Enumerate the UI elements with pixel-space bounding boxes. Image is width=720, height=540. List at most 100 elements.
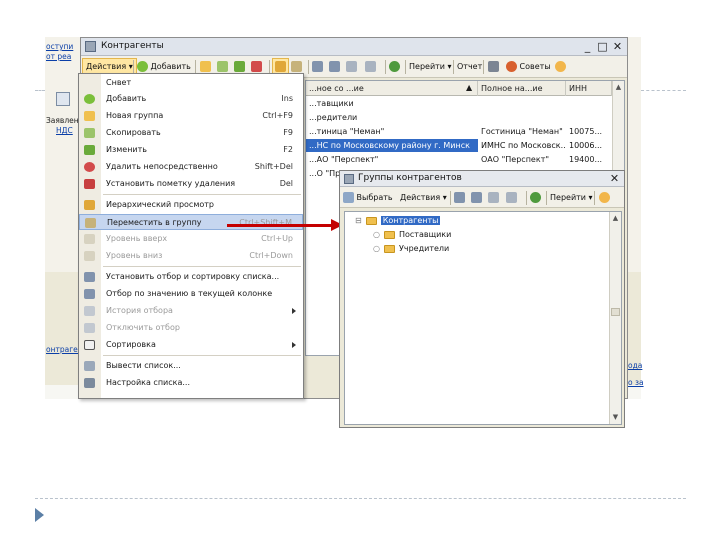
add-icon: [137, 61, 148, 72]
scroll-thumb[interactable]: [611, 308, 620, 316]
toolbar-separator: [405, 60, 406, 74]
copy-icon: [217, 61, 228, 72]
menu-item-level-up[interactable]: Уровень вверх Ctrl+Up: [79, 231, 303, 247]
toolbar-separator: [453, 60, 454, 74]
background-link[interactable]: оступи: [46, 42, 73, 51]
goto-button[interactable]: Перейти ▾: [409, 59, 452, 75]
column-header-name[interactable]: ...ное со ...ие: [306, 81, 478, 96]
close-button[interactable]: ✕: [611, 40, 624, 53]
actions-menu: Cнвет Добавить Ins Новая группа Ctrl+F9 …: [78, 73, 304, 399]
cell-name: ...тавщики: [309, 99, 354, 108]
actions-menu-button[interactable]: Действия ▾: [82, 58, 137, 74]
menu-item-edit[interactable]: Изменить F2: [79, 142, 303, 158]
menu-item-label: Добавить: [106, 94, 147, 103]
help-button[interactable]: [555, 59, 566, 75]
menu-item-copy[interactable]: Скопировать F9: [79, 125, 303, 141]
scroll-up-icon[interactable]: ▲: [611, 214, 620, 223]
menu-item-print-list[interactable]: Вывести список...: [79, 358, 303, 374]
dialog-title: Группы контрагентов: [358, 173, 462, 183]
menu-item-mark-deletion[interactable]: Установить пометку удаления Del: [79, 176, 303, 192]
menu-item-label: Скопировать: [106, 128, 161, 137]
hierarchy-icon: [275, 61, 286, 72]
dialog-titlebar[interactable]: Группы контрагентов ✕: [340, 171, 624, 187]
refresh-tool-button[interactable]: [389, 59, 400, 75]
report-button[interactable]: Отчет: [457, 59, 482, 75]
menu-item-list-settings[interactable]: Настройка списка...: [79, 375, 303, 391]
cell-inn: [566, 97, 612, 110]
background-link[interactable]: ода: [628, 361, 642, 370]
menu-item-add[interactable]: Добавить Ins: [79, 91, 303, 107]
menu-item-shortcut: Ctrl+Up: [261, 234, 293, 243]
table-row[interactable]: ...редители: [306, 111, 624, 124]
help-icon: [555, 61, 566, 72]
menu-item-delete-directly[interactable]: Удалить непосредственно Shift+Del: [79, 159, 303, 175]
menu-item-sort[interactable]: Сортировка: [79, 337, 303, 353]
window-titlebar[interactable]: Контрагенты _ □ ✕: [81, 38, 627, 56]
delete-icon: [251, 61, 262, 72]
move-to-group-icon: [291, 61, 302, 72]
dialog-filter-value-button[interactable]: [471, 190, 482, 206]
filter-off-icon: [84, 323, 95, 333]
filter-value-tool-button[interactable]: [329, 59, 340, 75]
tree-node-child[interactable]: ○ Учредители: [373, 243, 449, 255]
tips-button[interactable]: Советы: [506, 59, 551, 75]
table-row-selected[interactable]: ...НС по Московскому району г. Минск ИМН…: [306, 139, 624, 152]
dialog-help-button[interactable]: [599, 190, 610, 206]
dialog-actions-button[interactable]: Действия ▾: [400, 190, 447, 206]
background-link[interactable]: о за: [628, 378, 644, 387]
toolbar-separator: [450, 191, 451, 205]
collapse-icon[interactable]: ⊟: [355, 216, 362, 225]
menu-item-filter-history[interactable]: История отбора: [79, 303, 303, 319]
table-row[interactable]: ...тиница "Неман" Гостиница "Неман" 1007…: [306, 125, 624, 138]
menu-item-filter-off[interactable]: Отключить отбор: [79, 320, 303, 336]
table-row[interactable]: ...АО "Перспект" ОАО "Перспект" 19400...: [306, 153, 624, 166]
toolbar-separator: [385, 60, 386, 74]
cell-full-name: [478, 97, 566, 110]
minimize-button[interactable]: _: [581, 40, 594, 53]
dialog-filter-off-button[interactable]: [506, 190, 517, 206]
menu-item-label: Переместить в группу: [107, 218, 202, 227]
menu-item-label: Иерархический просмотр: [106, 200, 214, 209]
menu-item-shortcut: Ins: [281, 94, 293, 103]
dialog-filter-button[interactable]: [454, 190, 465, 206]
background-link[interactable]: НДС: [56, 126, 73, 135]
tree-scrollbar[interactable]: ▲ ▼: [609, 212, 621, 424]
filter-off-tool-button[interactable]: [365, 59, 376, 75]
menu-item-filter-value[interactable]: Отбор по значению в текущей колонке: [79, 286, 303, 302]
menu-item-filter-sort[interactable]: Установить отбор и сортировку списка...: [79, 269, 303, 285]
cell-inn: 10075...: [569, 127, 603, 136]
delete-icon: [84, 162, 95, 172]
select-icon: [343, 192, 354, 203]
scroll-up-icon[interactable]: ▲: [614, 83, 623, 92]
dialog-refresh-button[interactable]: [530, 190, 541, 206]
menu-item-move-to-group[interactable]: Переместить в группу Ctrl+Shift+M: [79, 214, 303, 230]
menu-item-level-down[interactable]: Уровень вниз Ctrl+Down: [79, 248, 303, 264]
table-row[interactable]: ...тавщики: [306, 97, 624, 110]
select-button[interactable]: Выбрать: [343, 190, 393, 206]
filter-value-icon: [471, 192, 482, 203]
hierarchy-tool-button[interactable]: [272, 58, 289, 74]
list-tool-button[interactable]: [488, 59, 499, 75]
dialog-goto-button[interactable]: Перейти ▾: [550, 190, 593, 206]
filter-history-tool-button[interactable]: [346, 59, 357, 75]
background-link[interactable]: от реа: [46, 52, 71, 61]
tree-node-child[interactable]: ○ Поставщики: [373, 229, 451, 241]
submenu-arrow-icon: [292, 308, 296, 314]
menu-item-shortcut: F9: [283, 128, 293, 137]
dialog-filter-history-button[interactable]: [488, 190, 499, 206]
menu-item-hierarchy-view[interactable]: Иерархический просмотр: [79, 197, 303, 213]
tree-node-root[interactable]: ⊟ Контрагенты: [355, 215, 441, 227]
submenu-arrow-icon: [292, 342, 296, 348]
edit-icon: [234, 61, 245, 72]
dialog-close-button[interactable]: ✕: [608, 172, 621, 185]
maximize-button[interactable]: □: [596, 40, 609, 53]
menu-item-new-group[interactable]: Новая группа Ctrl+F9: [79, 108, 303, 124]
filter-tool-button[interactable]: [312, 59, 323, 75]
scroll-down-icon[interactable]: ▼: [611, 413, 620, 422]
menu-item-label: История отбора: [106, 306, 173, 315]
column-header-inn[interactable]: ИНН: [566, 81, 612, 96]
menu-item-shortcut: Ctrl+Shift+M: [239, 218, 292, 227]
filter-value-icon: [84, 289, 95, 299]
menu-item-select[interactable]: Cнвет: [79, 75, 303, 91]
column-header-full-name[interactable]: Полное на...ие: [478, 81, 566, 96]
